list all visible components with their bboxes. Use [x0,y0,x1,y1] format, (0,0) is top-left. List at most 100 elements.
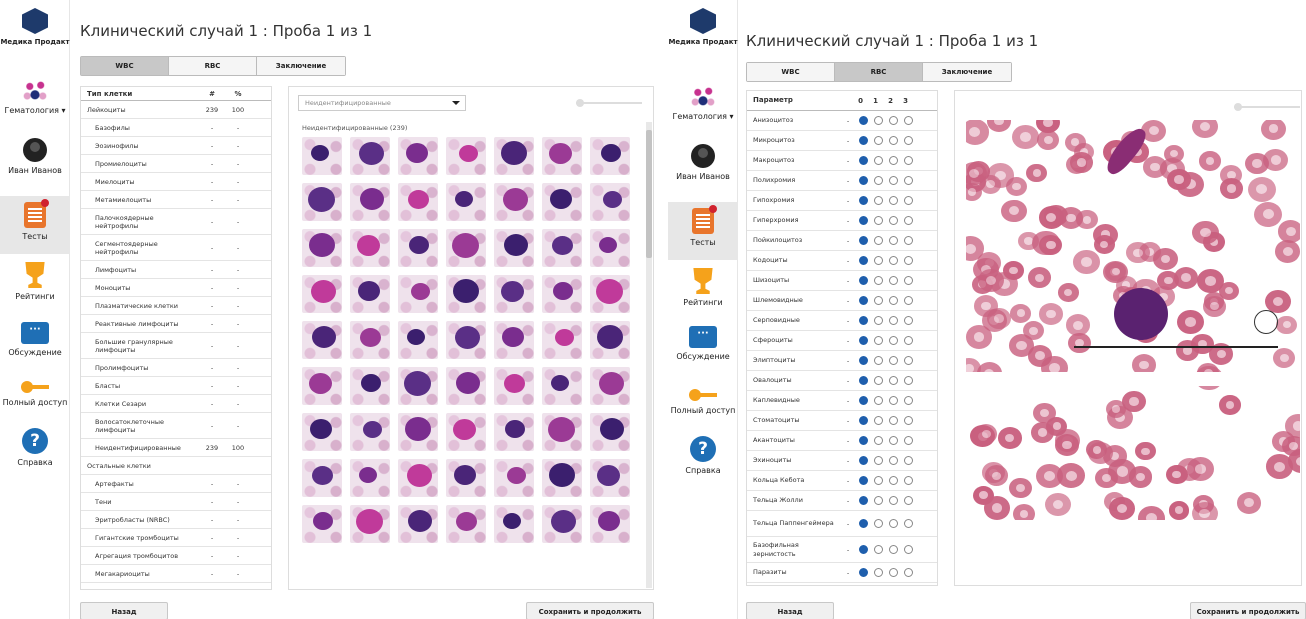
cell-thumbnail[interactable] [398,321,438,359]
grade-radio-0[interactable] [859,519,868,528]
tab-rbc[interactable]: RBC [835,63,923,81]
grade-radio-2[interactable] [889,568,898,577]
grade-radio-0[interactable] [859,376,868,385]
grade-radio-2[interactable] [889,116,898,125]
cell-thumbnail[interactable] [302,183,342,221]
cell-thumbnail[interactable] [590,321,630,359]
brand-logo[interactable]: Медика Продакт [668,8,738,46]
grade-radio-0[interactable] [859,116,868,125]
grade-radio-2[interactable] [889,336,898,345]
cell-thumbnail[interactable] [350,137,390,175]
tab-conclusion[interactable]: Заключение [923,63,1011,81]
cell-thumbnail[interactable] [446,413,486,451]
zoom-slider-knob[interactable] [576,99,584,107]
grade-radio-1[interactable] [874,568,883,577]
tab-conclusion[interactable]: Заключение [257,57,345,75]
cell-thumbnail[interactable] [590,137,630,175]
cell-thumbnail[interactable] [350,413,390,451]
grade-radio-0[interactable] [859,136,868,145]
cell-thumbnail[interactable] [398,275,438,313]
grade-radio-0[interactable] [859,356,868,365]
table-row[interactable]: Промиелоциты - - [81,155,271,173]
grade-radio-0[interactable] [859,196,868,205]
nav-user[interactable]: Иван Иванов [0,138,70,175]
grade-radio-2[interactable] [889,296,898,305]
cell-thumbnail[interactable] [446,321,486,359]
grade-radio-0[interactable] [859,236,868,245]
measure-circle[interactable] [1254,310,1278,334]
save-continue-button[interactable]: Сохранить и продолжить [1190,602,1306,619]
cell-thumbnail[interactable] [494,137,534,175]
cell-thumbnail[interactable] [302,413,342,451]
grade-radio-2[interactable] [889,236,898,245]
grade-radio-1[interactable] [874,256,883,265]
blood-smear-image[interactable] [966,120,1300,520]
grade-radio-0[interactable] [859,545,868,554]
grade-radio-3[interactable] [904,116,913,125]
cell-thumbnail[interactable] [590,275,630,313]
cell-thumbnail[interactable] [398,505,438,543]
grade-radio-3[interactable] [904,216,913,225]
nav-tests[interactable]: Тесты [668,202,738,260]
cell-thumbnail[interactable] [302,275,342,313]
grade-radio-2[interactable] [889,456,898,465]
table-row[interactable]: Лимфоциты - - [81,261,271,279]
cell-thumbnail[interactable] [494,275,534,313]
cell-thumbnail[interactable] [446,137,486,175]
grade-radio-2[interactable] [889,356,898,365]
cell-thumbnail[interactable] [542,229,582,267]
grade-radio-2[interactable] [889,196,898,205]
cell-thumbnail[interactable] [542,275,582,313]
grade-radio-2[interactable] [889,496,898,505]
cell-thumbnail[interactable] [302,229,342,267]
grade-radio-1[interactable] [874,476,883,485]
tab-wbc[interactable]: WBC [747,63,835,81]
grade-radio-2[interactable] [889,256,898,265]
grade-radio-3[interactable] [904,196,913,205]
cell-thumbnail[interactable] [590,505,630,543]
grade-radio-1[interactable] [874,436,883,445]
table-row[interactable]: Эозинофилы - - [81,137,271,155]
grade-radio-1[interactable] [874,496,883,505]
cell-thumbnail[interactable] [542,413,582,451]
cell-thumbnail[interactable] [542,367,582,405]
grade-radio-0[interactable] [859,568,868,577]
grade-radio-3[interactable] [904,336,913,345]
cell-thumbnail[interactable] [446,183,486,221]
grade-radio-2[interactable] [889,396,898,405]
table-row[interactable]: Моноциты - - [81,279,271,297]
table-row[interactable]: Метамиелоциты - - [81,191,271,209]
cell-thumbnail[interactable] [590,229,630,267]
grade-radio-3[interactable] [904,236,913,245]
grade-radio-0[interactable] [859,316,868,325]
grade-radio-1[interactable] [874,116,883,125]
grade-radio-0[interactable] [859,436,868,445]
grade-radio-3[interactable] [904,356,913,365]
table-row[interactable]: Палочкоядерные нейтрофилы - - [81,209,271,235]
table-row[interactable]: Артефакты - - [81,475,271,493]
table-row[interactable]: Гигантские тромбоциты - - [81,529,271,547]
cell-thumbnail[interactable] [446,367,486,405]
table-row[interactable]: Волосатоклеточные лимфоциты - - [81,413,271,439]
grade-radio-3[interactable] [904,396,913,405]
cell-thumbnail[interactable] [590,459,630,497]
grade-radio-3[interactable] [904,545,913,554]
grade-radio-2[interactable] [889,476,898,485]
table-row[interactable]: Агрегация тромбоцитов - - [81,547,271,565]
grade-radio-1[interactable] [874,356,883,365]
table-row[interactable]: Пролимфоциты - - [81,359,271,377]
grade-radio-1[interactable] [874,136,883,145]
grade-radio-1[interactable] [874,545,883,554]
grade-radio-1[interactable] [874,519,883,528]
nav-help[interactable]: ? Справка [668,436,738,475]
cell-thumbnail[interactable] [590,413,630,451]
grade-radio-0[interactable] [859,176,868,185]
grade-radio-0[interactable] [859,216,868,225]
cell-thumbnail[interactable] [494,229,534,267]
table-row[interactable]: Лейкоциты 239 100 [81,101,271,119]
cell-thumbnail[interactable] [494,183,534,221]
cell-thumbnail[interactable] [446,459,486,497]
grade-radio-3[interactable] [904,156,913,165]
nav-full-access[interactable]: Полный доступ [668,388,738,415]
grade-radio-1[interactable] [874,196,883,205]
